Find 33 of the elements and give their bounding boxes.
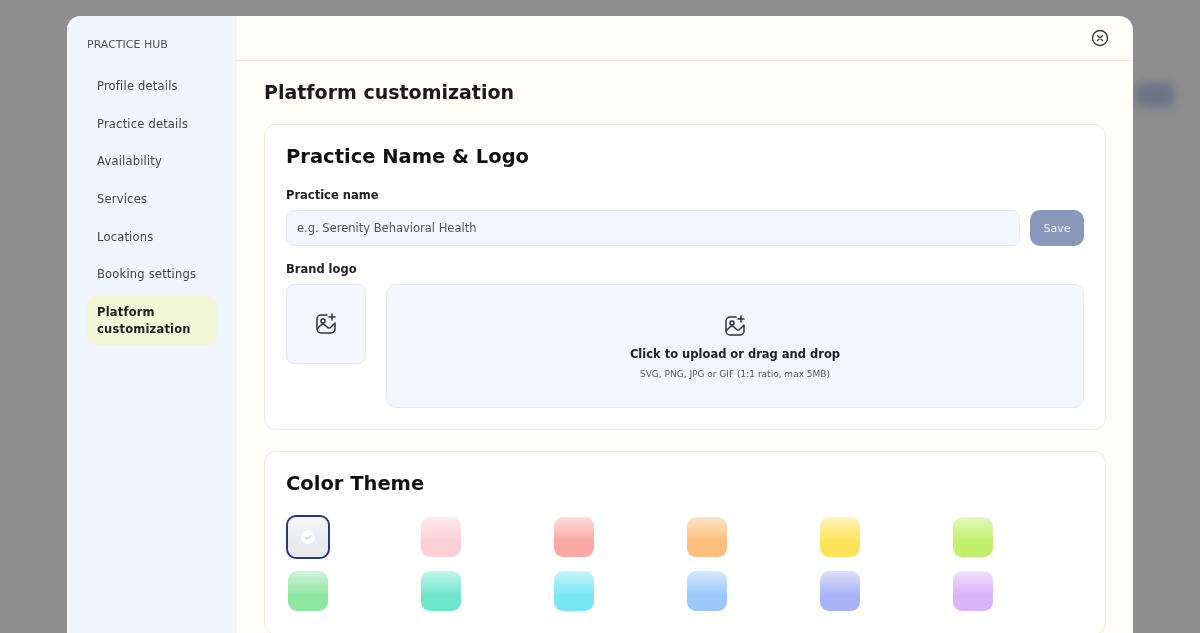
color-swatch[interactable] (687, 517, 727, 557)
input-field[interactable]: e.g. Serenity Behavioral Health (286, 210, 1020, 246)
upload-title: Click to upload or drag and drop (629, 346, 841, 361)
field-label: Practice name (286, 188, 380, 202)
section-title: Practice Name & Logo (286, 145, 530, 168)
field-label: Brand logo (286, 262, 358, 276)
sidebar-item[interactable]: Locations (87, 220, 217, 254)
color-swatch[interactable] (953, 517, 993, 557)
image-add-icon (314, 312, 338, 336)
sidebar-title: PRACTICE HUB (87, 38, 169, 51)
check-icon (300, 529, 316, 545)
color-swatch[interactable] (820, 517, 860, 557)
upload-dropzone[interactable]: Click to upload or drag and drop SVG, PNG, JPG or GIF (1:1 ratio, max 5MB) (386, 284, 1084, 408)
upload-hint: SVG, PNG, JPG or GIF (1:1 ratio, max 5MB) (639, 368, 830, 379)
color-swatch[interactable] (421, 571, 461, 611)
color-swatch[interactable] (421, 517, 461, 557)
color-swatch[interactable] (687, 571, 727, 611)
page-title: Platform customization (264, 81, 516, 103)
color-swatch[interactable] (820, 571, 860, 611)
section-title: Color Theme (286, 472, 426, 495)
color-swatch[interactable] (554, 517, 594, 557)
sidebar-item[interactable]: Practice details (87, 107, 217, 141)
close-icon[interactable] (1091, 29, 1109, 47)
sidebar-item[interactable]: Booking settings (87, 258, 217, 292)
sidebar-item[interactable]: Profile details (87, 70, 217, 103)
color-swatch[interactable] (554, 571, 594, 611)
sidebar-item[interactable]: Platform customization (87, 296, 217, 346)
color-swatch[interactable] (953, 571, 993, 611)
image-add-icon (723, 313, 747, 338)
sidebar-item[interactable]: Availability (87, 145, 217, 178)
color-swatch[interactable] (288, 571, 328, 611)
color-swatch[interactable] (286, 515, 330, 559)
sidebar-item[interactable]: Services (87, 183, 217, 216)
